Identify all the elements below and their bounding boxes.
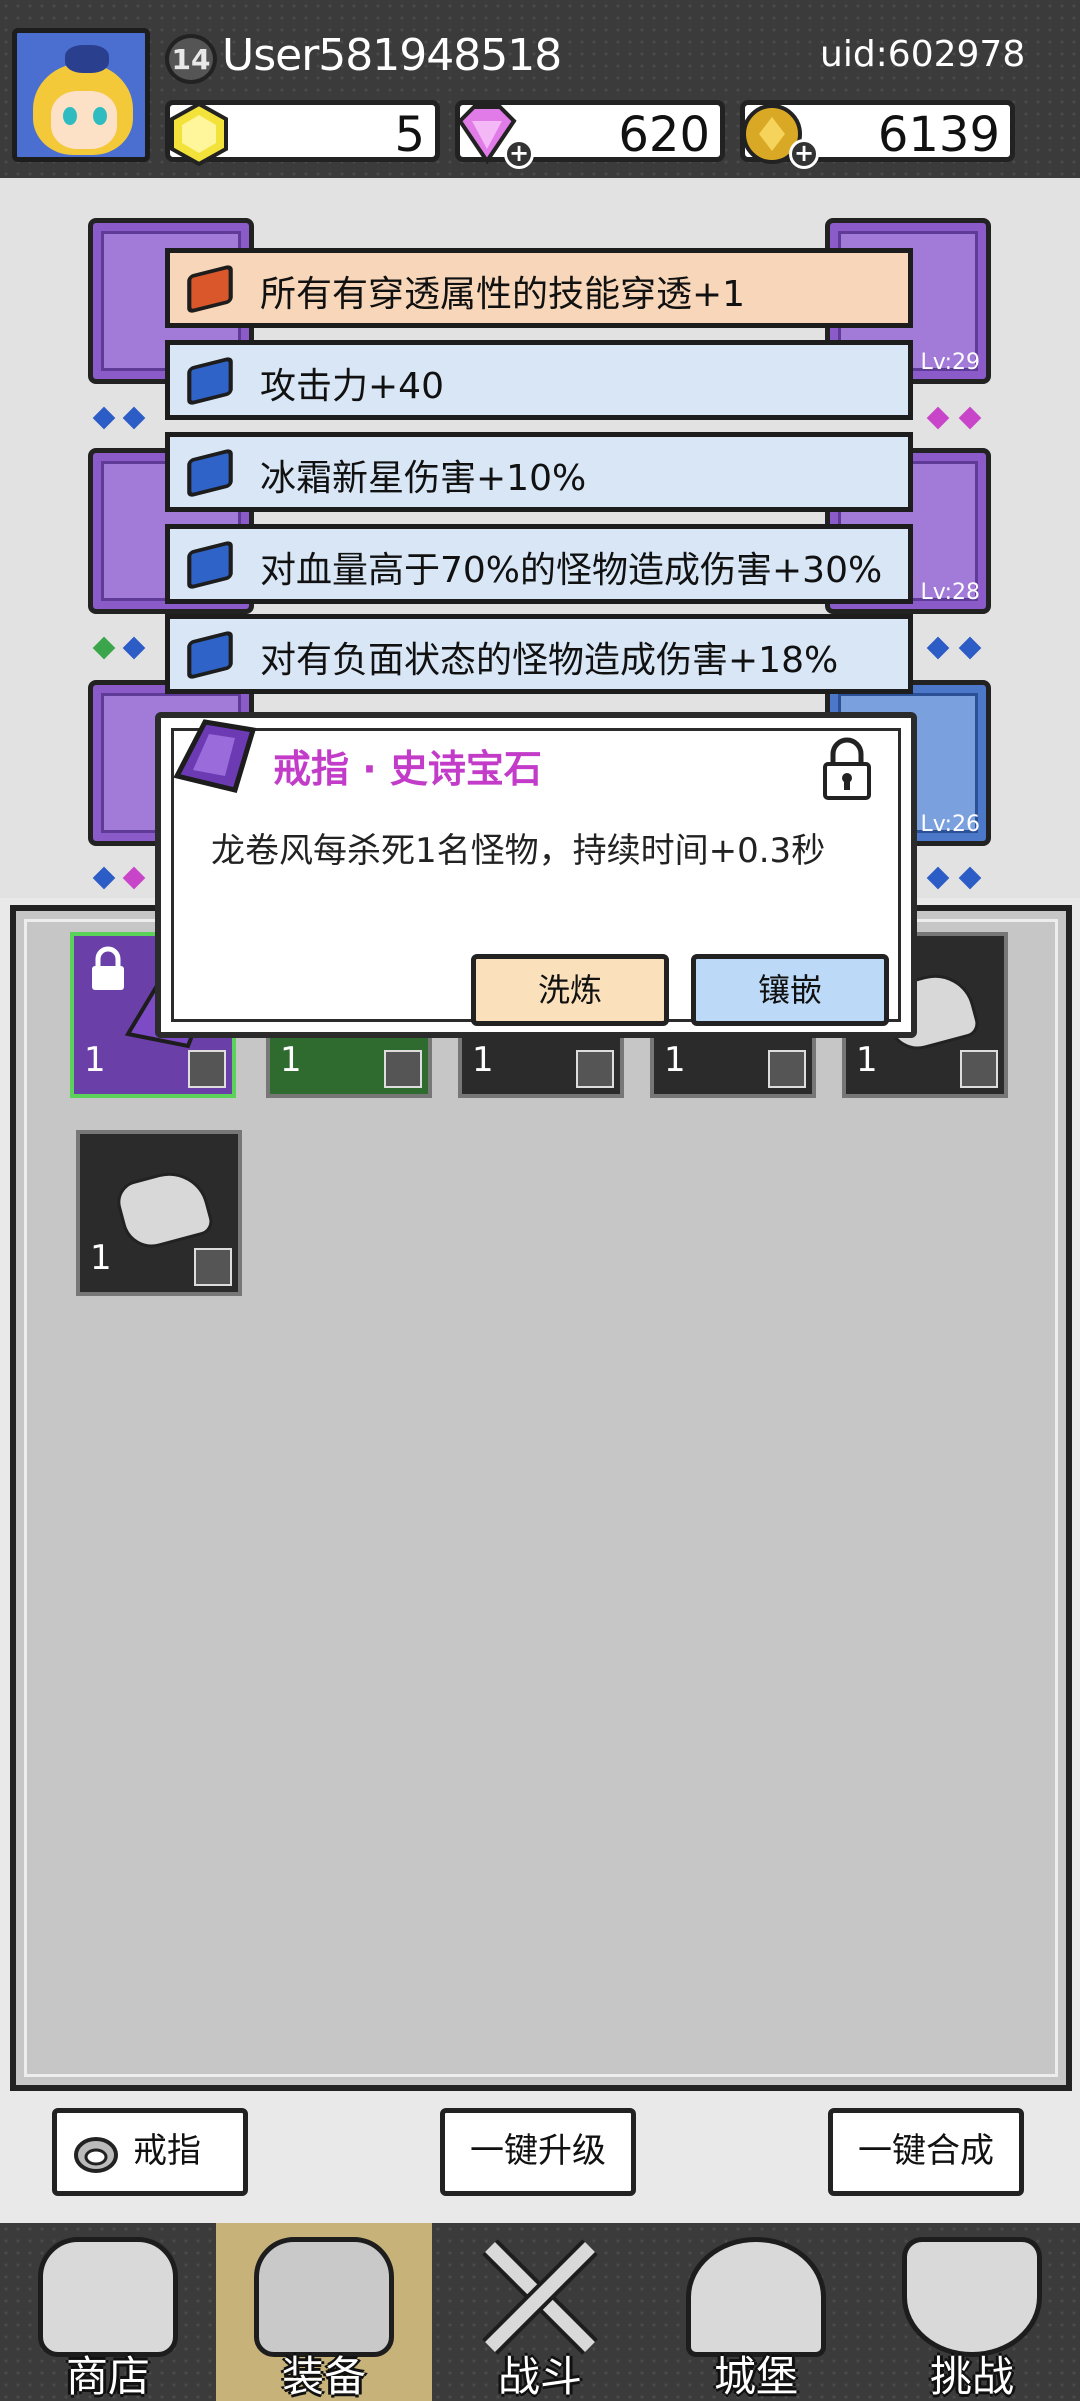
shield-icon [902,2237,1042,2357]
tab-challenge[interactable]: 挑战 [864,2223,1080,2401]
tab-equipment[interactable]: 装备 [216,2223,432,2401]
avatar[interactable] [12,28,150,162]
gold-gem-counter: 5 [165,100,440,167]
refine-button[interactable]: 洗炼 [471,954,669,1026]
ring-tag-icon [768,1050,806,1088]
upgrade-all-button[interactable]: 一键升级 [440,2108,636,2196]
ring-tag-icon [384,1050,422,1088]
gold-gem-icon [170,101,228,167]
castle-icon [686,2237,826,2357]
user-id: uid:602978 [820,34,1026,75]
player-level-badge: 14 [165,34,217,84]
ring-tag-icon [194,1248,232,1286]
shop-icon [38,2237,178,2357]
blue-gem-icon [187,629,233,681]
tab-battle[interactable]: 战斗 [432,2223,648,2401]
ring-tag-icon [188,1050,226,1088]
affix-row: 对有负面状态的怪物造成伤害+18% [165,614,913,694]
ring-filter-button[interactable]: 戒指 [52,2108,248,2196]
affix-row: 对血量高于70%的怪物造成伤害+30% [165,524,913,604]
lock-icon[interactable] [821,736,873,802]
blue-gem-icon [187,447,233,499]
tab-shop[interactable]: 商店 [0,2223,216,2401]
affix-row: 冰霜新星伤害+10% [165,432,913,512]
ring-tag-icon [960,1050,998,1088]
purple-gem-icon [173,719,257,793]
stone-icon [112,1163,216,1255]
orange-gem-icon [187,263,233,315]
backpack-icon [254,2237,394,2357]
add-coin-button[interactable]: + [789,139,819,169]
inventory-item[interactable]: 1 [76,1130,242,1296]
affix-row: 所有有穿透属性的技能穿透+1 [165,248,913,328]
diamond-counter: + 620 [455,100,725,169]
coin-counter: + 6139 [740,100,1015,169]
blue-gem-icon [187,539,233,591]
ring-icon [74,2137,118,2173]
add-diamond-button[interactable]: + [504,139,534,169]
merge-all-button[interactable]: 一键合成 [828,2108,1024,2196]
username: User581948518 [222,30,562,81]
popup-title: 戒指 · 史诗宝石 [273,747,542,791]
ring-tag-icon [576,1050,614,1088]
crossed-swords-icon [470,2237,610,2357]
affix-row: 攻击力+40 [165,340,913,420]
inlay-button[interactable]: 镶嵌 [691,954,889,1026]
tab-castle[interactable]: 城堡 [648,2223,864,2401]
blue-gem-icon [187,355,233,407]
popup-description: 龙卷风每杀死1名怪物，持续时间+0.3秒 [211,831,826,871]
gem-detail-popup: 戒指 · 史诗宝石 龙卷风每杀死1名怪物，持续时间+0.3秒 洗炼 镶嵌 [155,712,917,1038]
